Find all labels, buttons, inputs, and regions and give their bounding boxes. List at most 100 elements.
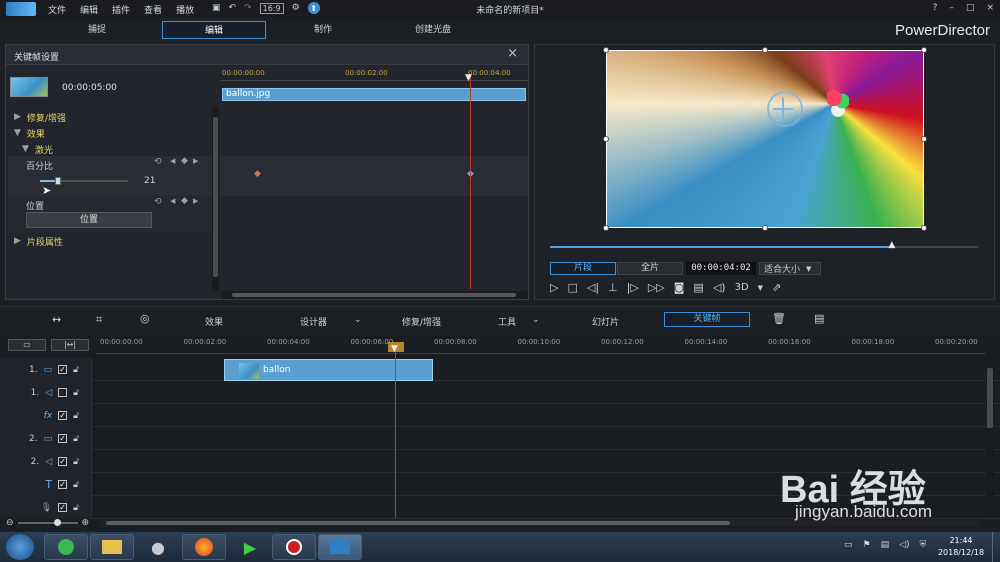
tab-produce[interactable]: 制作 xyxy=(276,21,370,39)
network-icon[interactable]: ▤ xyxy=(881,540,890,550)
reset-icon[interactable]: ⟲ xyxy=(154,197,162,207)
taskbar-app-firefox[interactable] xyxy=(182,534,226,560)
zoom-out-icon[interactable]: ⊖ xyxy=(6,518,14,528)
tab-edit[interactable]: 编辑 xyxy=(162,21,266,39)
add-keyframe-icon[interactable]: ◆ xyxy=(181,196,188,206)
keyframe-hscrollbar-thumb[interactable] xyxy=(232,293,516,297)
close-panel-button[interactable]: × xyxy=(507,46,518,61)
taskbar-app-recorder[interactable] xyxy=(272,534,316,560)
timeline-clip[interactable]: ballon xyxy=(224,359,433,381)
trash-icon[interactable]: 🗑 xyxy=(772,312,786,325)
fast-forward-icon[interactable]: ▷▷ xyxy=(648,281,665,294)
slideshow-button[interactable]: 幻灯片 xyxy=(592,315,619,328)
preview-video[interactable] xyxy=(606,50,924,228)
help-button[interactable]: ? xyxy=(933,3,938,13)
resize-handle[interactable] xyxy=(921,47,927,53)
settings-icon[interactable]: ⚙ xyxy=(292,3,300,13)
chevron-down-icon[interactable]: ⌄ xyxy=(532,315,540,325)
clip-mode-button[interactable]: 片段 xyxy=(550,262,616,275)
collapse-arrow-icon[interactable]: ▼ xyxy=(22,144,29,154)
tree-item-effects[interactable]: 效果 xyxy=(27,127,45,140)
lock-icon[interactable]: 🔓︎ xyxy=(73,503,79,513)
expand-arrow-icon[interactable]: ▶ xyxy=(14,236,21,246)
keyframe-button[interactable]: 关键帧 xyxy=(664,312,750,327)
lock-icon[interactable]: 🔓︎ xyxy=(73,388,79,398)
redo-icon[interactable]: ↷ xyxy=(244,3,252,13)
collapse-arrow-icon[interactable]: ▼ xyxy=(14,128,21,138)
snapshot-icon[interactable]: ◙ xyxy=(674,281,685,294)
prev-frame-icon[interactable]: ◁| xyxy=(587,281,599,294)
timeline-ruler[interactable]: 00:00:00:00 00:00:02:00 00:00:04:00 00:00:0… xyxy=(96,336,986,354)
tools-button[interactable]: 工具 xyxy=(498,315,516,328)
undo-icon[interactable]: ↶ xyxy=(229,3,237,13)
track-enable-checkbox[interactable]: ✓ xyxy=(58,480,68,489)
prev-keyframe-icon[interactable]: ◀ xyxy=(170,157,175,165)
fit-tracks-icon[interactable]: |↔| xyxy=(51,339,89,351)
zoom-in-icon[interactable]: ⊕ xyxy=(82,518,90,528)
play-icon[interactable]: ▷ xyxy=(550,281,558,294)
volume-icon[interactable]: ◁) xyxy=(713,281,726,294)
expand-arrow-icon[interactable]: ▶ xyxy=(14,112,21,122)
note-icon[interactable]: ▤ xyxy=(814,312,824,325)
playhead-marker-icon[interactable]: ▼ xyxy=(465,73,472,83)
lock-icon[interactable]: 🔓︎ xyxy=(73,434,79,444)
taskbar-app-explorer[interactable] xyxy=(90,534,134,560)
position-button[interactable]: 位置 xyxy=(26,212,152,228)
chevron-down-icon[interactable]: ⌄ xyxy=(354,315,362,325)
close-window-button[interactable]: × xyxy=(986,3,994,13)
fit-dropdown[interactable]: 适合大小 ▼ xyxy=(759,262,821,275)
start-button[interactable] xyxy=(6,534,34,560)
tree-scrollbar[interactable] xyxy=(212,107,219,291)
lock-icon[interactable]: 🔓︎ xyxy=(73,480,79,490)
taskbar-app-qq[interactable]: ● xyxy=(136,534,180,560)
keyframe-playhead[interactable] xyxy=(470,75,471,289)
menu-view[interactable]: 查看 xyxy=(144,3,162,16)
lock-icon[interactable]: 🔓︎ xyxy=(73,411,79,421)
volume-icon[interactable]: ◁) xyxy=(899,540,909,550)
subtitle-icon[interactable]: ▤ xyxy=(693,281,703,294)
menu-plugins[interactable]: 插件 xyxy=(112,3,130,16)
resize-handle[interactable] xyxy=(762,225,768,231)
flag-icon[interactable]: ⚑ xyxy=(863,540,871,550)
track-manager-icon[interactable]: ▭ xyxy=(8,339,46,351)
track-enable-checkbox[interactable]: ✓ xyxy=(58,411,68,420)
timeline-vscrollbar[interactable] xyxy=(986,366,994,516)
track-enable-checkbox[interactable]: ✓ xyxy=(58,434,68,443)
track-enable-checkbox[interactable]: ✓ xyxy=(58,457,68,466)
tree-scrollbar-thumb[interactable] xyxy=(213,117,218,277)
movie-mode-button[interactable]: 全片 xyxy=(617,262,683,275)
undock-icon[interactable]: ⇗ xyxy=(772,281,781,294)
lock-icon[interactable]: 🔓︎ xyxy=(73,457,79,467)
shield-icon[interactable]: ⛨ xyxy=(920,540,927,550)
taskbar-app-powerdirector[interactable] xyxy=(318,534,362,560)
menu-play[interactable]: 播放 xyxy=(176,3,194,16)
keyboard-icon[interactable]: ▭ xyxy=(844,540,853,550)
keyframe-clip-bar[interactable]: ballon.jpg xyxy=(222,88,526,101)
designer-button[interactable]: 设计器 xyxy=(300,315,327,328)
tree-item-laser[interactable]: 激光 xyxy=(35,143,53,156)
percent-slider-thumb[interactable] xyxy=(55,177,62,185)
timeline-hscrollbar-thumb[interactable] xyxy=(106,521,730,525)
resize-handle[interactable] xyxy=(921,225,927,231)
taskbar-app-player[interactable]: ▶ xyxy=(228,534,272,560)
timecode-display[interactable]: 00:00:04:02 xyxy=(686,262,756,275)
keyframe-marker[interactable]: ◆ xyxy=(254,169,261,179)
effects-button[interactable]: 效果 xyxy=(205,315,223,328)
fit-timeline-icon[interactable]: ↔ xyxy=(52,313,61,326)
resize-handle[interactable] xyxy=(762,47,768,53)
upgrade-icon[interactable]: ⬆ xyxy=(307,2,320,14)
track-enable-checkbox[interactable]: ✓ xyxy=(58,503,68,512)
chevron-down-icon[interactable]: ▼ xyxy=(758,284,763,292)
add-keyframe-icon[interactable]: ◆ xyxy=(181,156,188,166)
save-icon[interactable]: ▣ xyxy=(212,3,221,13)
fix-enhance-button[interactable]: 修复/增强 xyxy=(402,315,441,328)
minimize-button[interactable]: – xyxy=(949,3,954,13)
keyframe-hscrollbar[interactable] xyxy=(222,291,528,299)
reset-icon[interactable]: ⟲ xyxy=(154,157,162,167)
next-keyframe-icon[interactable]: ▶ xyxy=(193,157,198,165)
resize-handle[interactable] xyxy=(603,225,609,231)
timeline-playhead[interactable] xyxy=(395,352,396,518)
restore-button[interactable]: □ xyxy=(966,3,975,13)
resize-handle[interactable] xyxy=(921,136,927,142)
next-frame-icon[interactable]: |▷ xyxy=(627,281,639,294)
